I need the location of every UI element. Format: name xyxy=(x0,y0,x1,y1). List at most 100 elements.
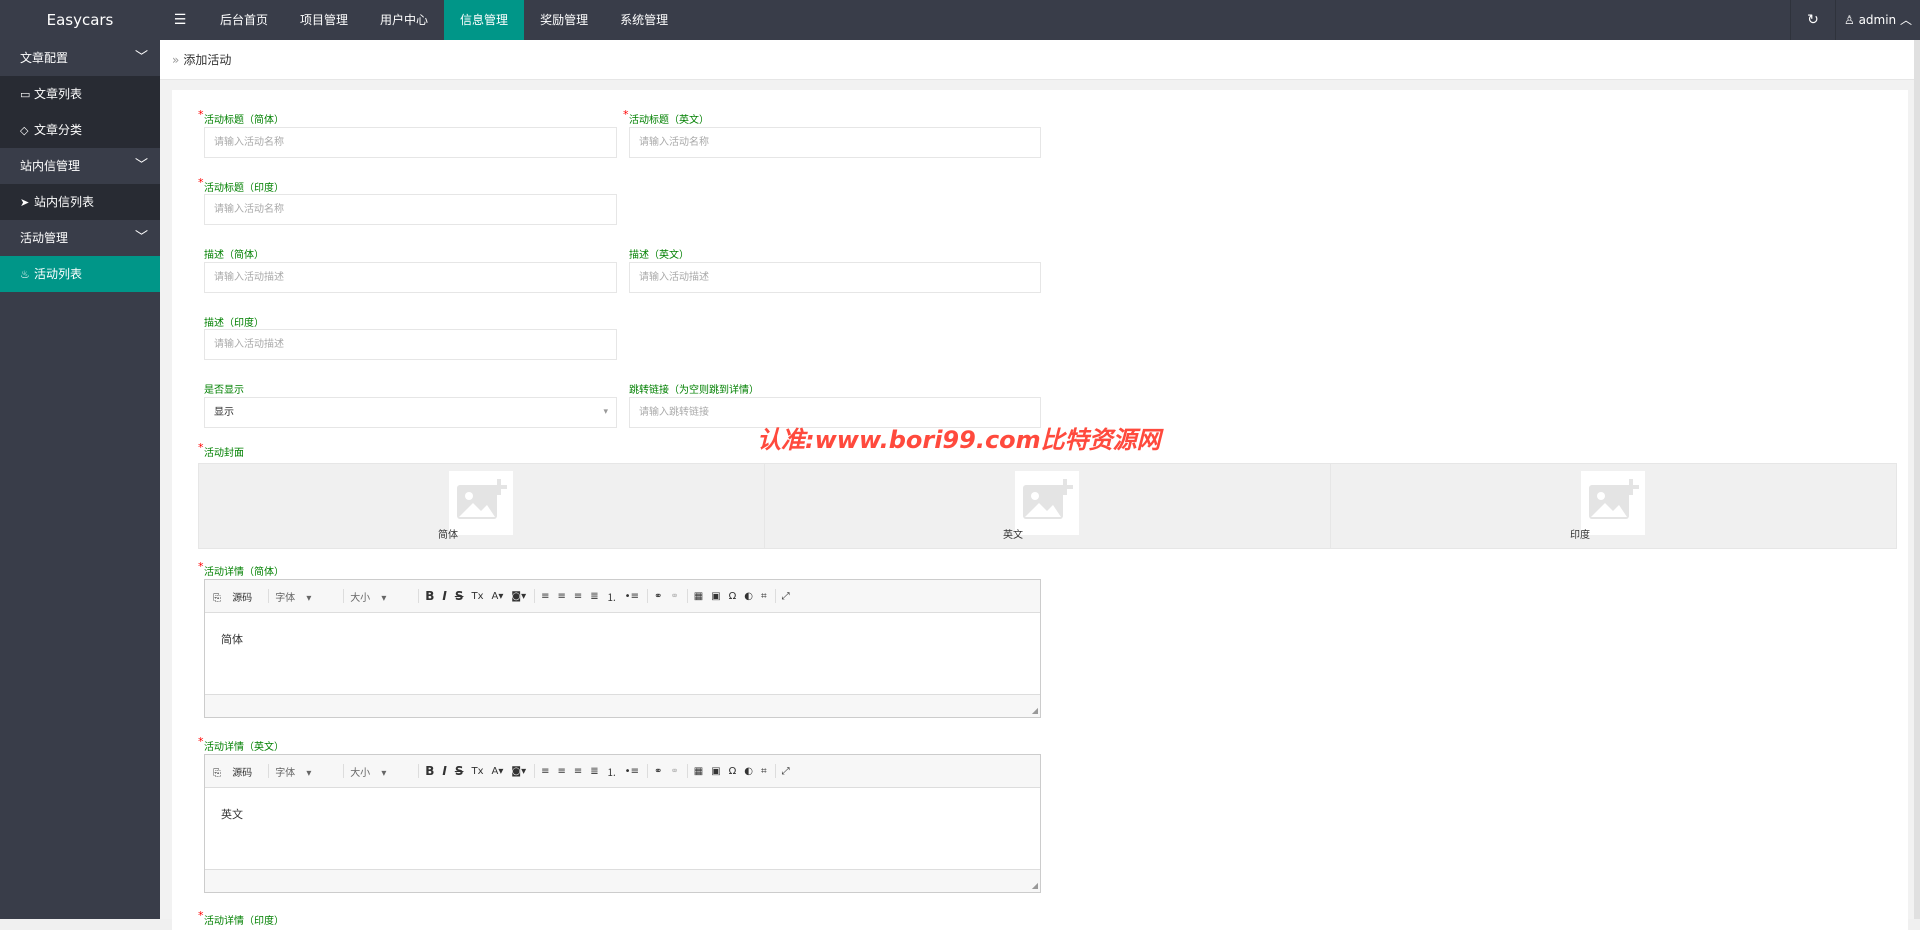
unlink-icon[interactable]: ⚭ xyxy=(670,766,678,777)
align-left-icon[interactable]: ≡ xyxy=(541,766,549,777)
cover-upload-in[interactable]: 印度 xyxy=(1331,464,1896,548)
toolbar-divider xyxy=(534,589,536,603)
unordered-list-icon[interactable]: •≡ xyxy=(625,591,639,602)
image-icon[interactable]: ▣ xyxy=(711,766,720,777)
strike-icon[interactable]: S xyxy=(455,764,464,778)
resize-handle-icon[interactable]: ◢ xyxy=(1032,706,1038,715)
emoji-icon[interactable]: ◐ xyxy=(744,591,753,602)
detail-cn-editor[interactable]: ⎘ 源码 字体 ▾ 大小 ▾ B I S Tx A▾ ◙▾ ≡ ≡ ≡ ≣ ⒈ … xyxy=(204,579,1041,718)
cover-upload-cn[interactable]: 简体 xyxy=(199,464,765,548)
source-button[interactable]: ⎘ 源码 xyxy=(213,764,260,779)
toolbar-divider xyxy=(774,764,776,778)
toolbar-divider xyxy=(268,589,270,603)
toolbar-divider xyxy=(774,589,776,603)
sidebar-group-label: 文章配置 xyxy=(20,51,69,65)
cover-label-cn: 简体 xyxy=(438,530,458,541)
sidebar-item-message-list[interactable]: ➤ 站内信列表 xyxy=(0,184,160,220)
source-label: 源码 xyxy=(232,767,253,779)
italic-icon[interactable]: I xyxy=(442,589,446,603)
size-dropdown[interactable]: 大小 ▾ xyxy=(350,764,410,779)
title-in-label: * 活动标题（印度） xyxy=(198,176,284,194)
cover-upload-en[interactable]: 英文 xyxy=(765,464,1331,548)
editor-content[interactable]: 简体 xyxy=(205,613,1040,694)
detail-en-editor[interactable]: ⎘ 源码 字体 ▾ 大小 ▾ B I S Tx A▾ ◙▾ ≡ ≡ ≡ ≣ ⒈ … xyxy=(204,754,1041,893)
ordered-list-icon[interactable]: ⒈ xyxy=(607,764,617,779)
fullscreen-icon[interactable]: ⤢ xyxy=(782,591,790,602)
sidebar-item-article-category[interactable]: ◇ 文章分类 xyxy=(0,112,160,148)
nav-system[interactable]: 系统管理 xyxy=(604,0,684,40)
clear-format-icon[interactable]: Tx xyxy=(471,766,483,777)
code-icon[interactable]: ⌗ xyxy=(761,766,767,777)
source-button[interactable]: ⎘ 源码 xyxy=(213,589,260,604)
refresh-icon[interactable]: ↻ xyxy=(1790,0,1835,40)
image-icon[interactable]: ▣ xyxy=(711,591,720,602)
sidebar-group-messages[interactable]: 站内信管理 ﹀ xyxy=(0,148,160,184)
tag-icon: ◇ xyxy=(20,124,29,137)
link-icon[interactable]: ⚭ xyxy=(654,766,662,777)
font-color-icon[interactable]: A▾ xyxy=(492,591,504,602)
bg-color-icon[interactable]: ◙▾ xyxy=(511,766,526,777)
fullscreen-icon[interactable]: ⤢ xyxy=(782,766,790,777)
watermark: 认准:www.bori99.com比特资源网 xyxy=(757,426,1161,454)
nav-home[interactable]: 后台首页 xyxy=(204,0,284,40)
detail-in-label: * 活动详情（印度） xyxy=(198,909,284,927)
nav-rewards[interactable]: 奖励管理 xyxy=(524,0,604,40)
font-dropdown[interactable]: 字体 ▾ xyxy=(275,764,335,779)
title-cn-input[interactable]: 请输入活动名称 xyxy=(204,127,617,158)
align-center-icon[interactable]: ≡ xyxy=(558,766,566,777)
special-char-icon[interactable]: Ω xyxy=(729,591,737,602)
desc-in-input[interactable]: 请输入活动描述 xyxy=(204,329,617,360)
add-image-icon[interactable] xyxy=(448,471,513,535)
editor-content[interactable]: 英文 xyxy=(205,788,1040,869)
resize-handle-icon[interactable]: ◢ xyxy=(1032,881,1038,890)
ordered-list-icon[interactable]: ⒈ xyxy=(607,589,617,604)
desc-en-input[interactable]: 请输入活动描述 xyxy=(629,262,1041,293)
clear-format-icon[interactable]: Tx xyxy=(471,591,483,602)
bold-icon[interactable]: B xyxy=(425,589,434,603)
italic-icon[interactable]: I xyxy=(442,764,446,778)
scrollbar[interactable] xyxy=(1914,40,1920,919)
align-right-icon[interactable]: ≡ xyxy=(574,591,582,602)
font-dropdown[interactable]: 字体 ▾ xyxy=(275,589,335,604)
sidebar-group-articles[interactable]: 文章配置 ﹀ xyxy=(0,40,160,76)
user-menu[interactable]: ♙ admin ︿ xyxy=(1835,0,1920,40)
title-en-input[interactable]: 请输入活动名称 xyxy=(629,127,1041,158)
sidebar-item-article-list[interactable]: ▭ 文章列表 xyxy=(0,76,160,112)
bold-icon[interactable]: B xyxy=(425,764,434,778)
toolbar-divider xyxy=(268,764,270,778)
strike-icon[interactable]: S xyxy=(455,589,464,603)
add-image-icon[interactable] xyxy=(1014,471,1079,535)
nav-info[interactable]: 信息管理 xyxy=(444,0,525,40)
table-icon[interactable]: ▦ xyxy=(694,591,703,602)
bg-color-icon[interactable]: ◙▾ xyxy=(511,591,526,602)
desc-cn-input[interactable]: 请输入活动描述 xyxy=(204,262,617,293)
unlink-icon[interactable]: ⚭ xyxy=(670,591,678,602)
nav-projects[interactable]: 项目管理 xyxy=(284,0,364,40)
sidebar-item-activity-list[interactable]: ♨ 活动列表 xyxy=(0,256,160,292)
align-left-icon[interactable]: ≡ xyxy=(541,591,549,602)
source-icon: ⎘ xyxy=(213,592,221,604)
align-justify-icon[interactable]: ≣ xyxy=(590,766,598,777)
code-icon[interactable]: ⌗ xyxy=(761,591,767,602)
table-icon[interactable]: ▦ xyxy=(694,766,703,777)
unordered-list-icon[interactable]: •≡ xyxy=(625,766,639,777)
detail-en-label: * 活动详情（英文） xyxy=(198,735,284,753)
special-char-icon[interactable]: Ω xyxy=(729,766,737,777)
align-justify-icon[interactable]: ≣ xyxy=(590,591,598,602)
sidebar-group-activities[interactable]: 活动管理 ﹀ xyxy=(0,220,160,256)
link-icon[interactable]: ⚭ xyxy=(654,591,662,602)
nav-users[interactable]: 用户中心 xyxy=(364,0,444,40)
required-mark: * xyxy=(198,735,204,748)
font-color-icon[interactable]: A▾ xyxy=(492,766,504,777)
add-image-icon[interactable] xyxy=(1580,471,1645,535)
align-center-icon[interactable]: ≡ xyxy=(558,591,566,602)
title-in-input[interactable]: 请输入活动名称 xyxy=(204,194,617,225)
align-right-icon[interactable]: ≡ xyxy=(574,766,582,777)
size-dropdown[interactable]: 大小 ▾ xyxy=(350,589,410,604)
show-select[interactable]: 显示 ▾ xyxy=(204,397,617,428)
font-label: 字体 xyxy=(275,767,296,779)
menu-icon[interactable]: ☰ xyxy=(160,0,200,40)
emoji-icon[interactable]: ◐ xyxy=(744,766,753,777)
toolbar-divider xyxy=(418,764,420,778)
chevron-up-icon: ︿ xyxy=(1900,13,1913,27)
